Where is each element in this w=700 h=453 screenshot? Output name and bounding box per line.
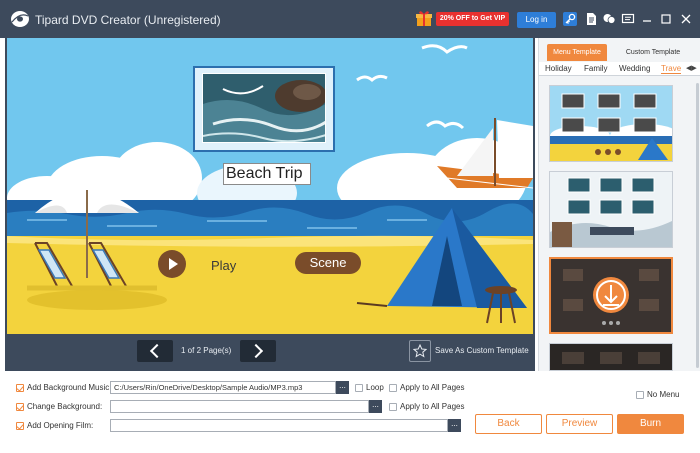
prev-page-button[interactable]: [137, 340, 173, 362]
opening-film-browse-button[interactable]: ...: [448, 419, 461, 432]
promo-badge[interactable]: 20% OFF to Get VIP: [436, 12, 509, 26]
category-travel[interactable]: Trave: [661, 64, 682, 74]
page-indicator: 1 of 2 Page(s): [181, 346, 232, 355]
title-bar: Tipard DVD Creator (Unregistered) 20% OF…: [0, 0, 700, 38]
minimize-icon[interactable]: [640, 12, 654, 26]
category-holiday[interactable]: Holiday: [545, 64, 572, 73]
template-scrollbar[interactable]: [696, 83, 699, 368]
login-button[interactable]: Log in: [517, 12, 556, 28]
next-page-button[interactable]: [240, 340, 276, 362]
star-icon: [413, 344, 427, 358]
no-menu-label: No Menu: [647, 390, 680, 399]
template-thumbnail: [550, 172, 672, 247]
document-icon[interactable]: [584, 12, 598, 26]
template-panel: Menu Template Custom Template Holiday Fa…: [538, 38, 700, 371]
template-thumbnail: [551, 259, 671, 332]
apply-all-checkbox-2[interactable]: [389, 403, 397, 411]
menu-preview-panel: Beach Trip Play Scene 1 of 2 Page(s) Sav…: [5, 38, 535, 371]
close-icon[interactable]: [679, 12, 693, 26]
tab-menu-template[interactable]: Menu Template: [547, 44, 607, 61]
save-template-button[interactable]: [409, 340, 431, 362]
category-wedding[interactable]: Wedding: [619, 64, 650, 73]
template-item[interactable]: [549, 171, 673, 248]
feedback-icon[interactable]: [621, 12, 635, 26]
template-item[interactable]: [549, 343, 673, 371]
menu-thumbnail-frame[interactable]: [193, 66, 335, 152]
preview-button[interactable]: Preview: [546, 414, 613, 434]
loop-checkbox[interactable]: [355, 384, 363, 392]
app-title: Tipard DVD Creator (Unregistered): [35, 13, 221, 27]
tab-custom-template[interactable]: Custom Template: [623, 44, 683, 61]
thumbnail-image: [202, 73, 326, 143]
change-bg-label: Change Background:: [27, 402, 103, 411]
save-template-label[interactable]: Save As Custom Template: [435, 346, 529, 355]
bg-music-checkbox[interactable]: [16, 384, 24, 392]
play-label[interactable]: Play: [211, 258, 236, 273]
category-tabs: Holiday Family Wedding Trave ◀▶: [539, 62, 700, 76]
settings-bar: Add Background Music: C:/Users/Rin/OneDr…: [5, 371, 700, 453]
opening-film-path-field[interactable]: [110, 419, 448, 432]
play-button[interactable]: [158, 250, 186, 278]
change-bg-browse-button[interactable]: ...: [369, 400, 382, 413]
opening-film-checkbox[interactable]: [16, 422, 24, 430]
apply-all-label-1: Apply to All Pages: [400, 383, 465, 392]
chat-icon[interactable]: [602, 12, 616, 26]
pager-bar: 1 of 2 Page(s) Save As Custom Template: [5, 334, 535, 371]
key-icon[interactable]: [563, 12, 577, 26]
category-scroll-arrows[interactable]: ◀▶: [686, 64, 697, 72]
menu-title-text[interactable]: Beach Trip: [223, 163, 311, 185]
category-family[interactable]: Family: [584, 64, 608, 73]
template-thumbnail: [550, 344, 672, 370]
menu-preview-canvas: Beach Trip Play Scene: [7, 38, 533, 334]
loop-label: Loop: [366, 383, 384, 392]
gift-icon[interactable]: [416, 10, 432, 27]
scene-button[interactable]: Scene: [295, 252, 361, 274]
burn-button[interactable]: Burn: [617, 414, 684, 434]
template-item[interactable]: [549, 85, 673, 162]
maximize-icon[interactable]: [659, 12, 673, 26]
bg-music-browse-button[interactable]: ...: [336, 381, 349, 394]
bg-music-label: Add Background Music:: [27, 383, 112, 392]
apply-all-label-2: Apply to All Pages: [400, 402, 465, 411]
change-bg-path-field[interactable]: [110, 400, 369, 413]
opening-film-label: Add Opening Film:: [27, 421, 94, 430]
no-menu-checkbox[interactable]: [636, 391, 644, 399]
bg-music-path-field[interactable]: C:/Users/Rin/OneDrive/Desktop/Sample Aud…: [110, 381, 336, 394]
back-button[interactable]: Back: [475, 414, 542, 434]
apply-all-checkbox-1[interactable]: [389, 384, 397, 392]
change-bg-checkbox[interactable]: [16, 403, 24, 411]
template-item-selected[interactable]: [549, 257, 673, 334]
template-thumbnail: [550, 86, 672, 161]
logo-icon: [11, 11, 29, 27]
